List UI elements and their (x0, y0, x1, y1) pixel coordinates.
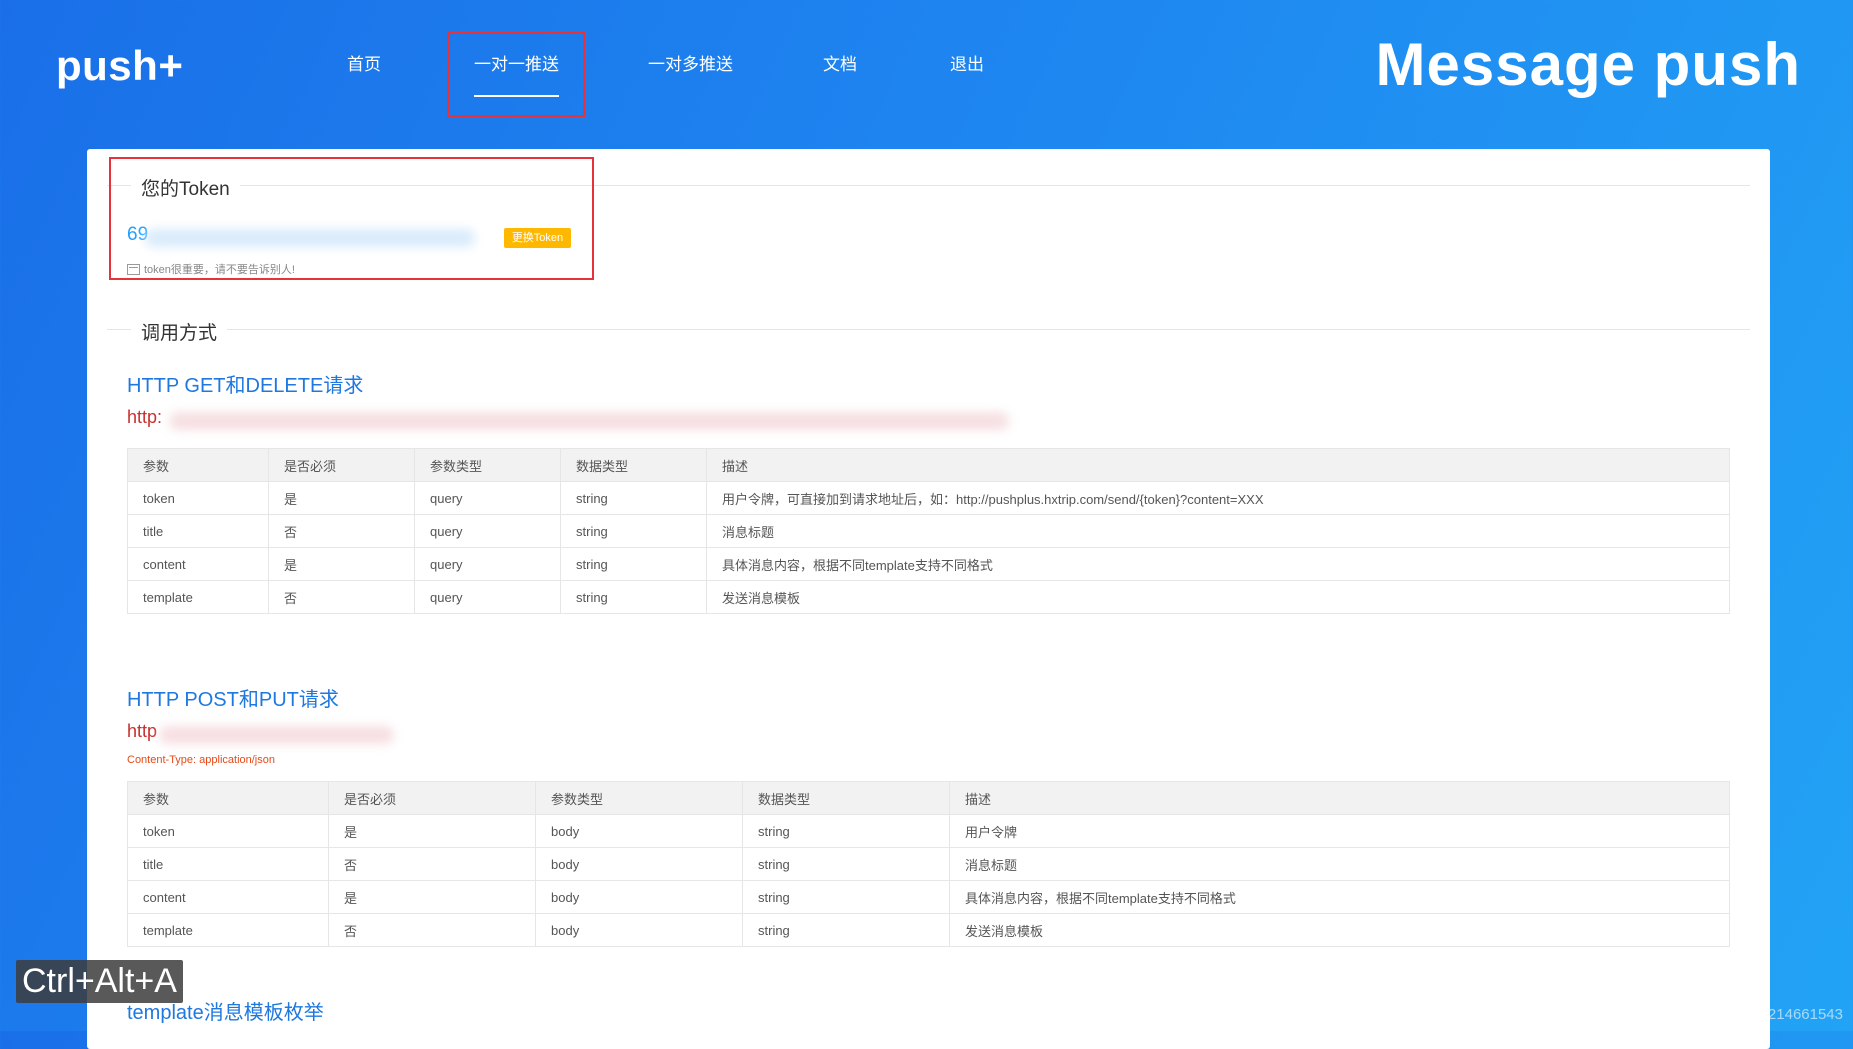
column-header: 数据类型 (742, 781, 950, 815)
table-row: content 是 query string 具体消息内容，根据不同templa… (127, 547, 1730, 581)
table-cell: string (742, 847, 950, 881)
post-api-url[interactable]: http (127, 721, 157, 742)
table-cell: string (742, 880, 950, 914)
table-cell: content (127, 547, 269, 581)
column-header: 数据类型 (560, 448, 707, 482)
table-cell: body (535, 814, 743, 848)
table-cell: 消息标题 (706, 514, 1730, 548)
table-cell: 是 (268, 481, 415, 515)
get-url-blur-mask (169, 412, 1009, 430)
table-cell: token (127, 814, 329, 848)
column-header: 描述 (949, 781, 1730, 815)
hotkey-overlay: Ctrl+Alt+A (16, 960, 183, 1003)
table-row: content 是 body string 具体消息内容，根据不同templat… (127, 880, 1730, 914)
nav-logout[interactable]: 退出 (950, 50, 984, 75)
nav-highlight-box (447, 32, 585, 117)
post-api-title: HTTP POST和PUT请求 (127, 689, 339, 711)
column-header: 描述 (706, 448, 1730, 482)
table-cell: string (560, 547, 707, 581)
table-cell: string (560, 580, 707, 614)
watermark: https://blog.csdn.net/li1214661543 (1614, 1006, 1843, 1023)
table-header-row: 参数 是否必须 参数类型 数据类型 描述 (127, 781, 1730, 815)
get-api-title: HTTP GET和DELETE请求 (127, 375, 364, 397)
table-cell: 否 (268, 580, 415, 614)
table-cell: 用户令牌 (949, 814, 1730, 848)
table-cell: 消息标题 (949, 847, 1730, 881)
nav-home[interactable]: 首页 (347, 50, 381, 75)
usage-section-title: 调用方式 (131, 318, 228, 345)
table-cell: 具体消息内容，根据不同template支持不同格式 (949, 880, 1730, 914)
get-api-url[interactable]: http: (127, 407, 162, 428)
table-cell: query (414, 481, 561, 515)
table-row: template 否 query string 发送消息模板 (127, 580, 1730, 614)
table-cell: 具体消息内容，根据不同template支持不同格式 (706, 547, 1730, 581)
table-cell: content (127, 880, 329, 914)
table-cell: body (535, 847, 743, 881)
table-cell: 是 (268, 547, 415, 581)
table-cell: string (560, 481, 707, 515)
table-cell: token (127, 481, 269, 515)
table-cell: query (414, 514, 561, 548)
column-header: 是否必须 (328, 781, 536, 815)
table-cell: 发送消息模板 (706, 580, 1730, 614)
table-header-row: 参数 是否必须 参数类型 数据类型 描述 (127, 448, 1730, 482)
table-cell: 发送消息模板 (949, 913, 1730, 947)
table-cell: 用户令牌，可直接加到请求地址后，如：http://pushplus.hxtrip… (706, 481, 1730, 515)
post-url-blur-mask (159, 726, 394, 744)
table-cell: title (127, 514, 269, 548)
logo[interactable]: push+ (56, 42, 183, 90)
column-header: 是否必须 (268, 448, 415, 482)
table-cell: string (742, 913, 950, 947)
column-header: 参数类型 (535, 781, 743, 815)
table-cell: string (560, 514, 707, 548)
column-header: 参数 (127, 448, 269, 482)
table-cell: title (127, 847, 329, 881)
table-row: title 否 body string 消息标题 (127, 847, 1730, 881)
post-params-table: 参数 是否必须 参数类型 数据类型 描述 token 是 body string… (127, 781, 1730, 947)
content-type-note: Content-Type: application/json (127, 754, 275, 766)
table-row: template 否 body string 发送消息模板 (127, 913, 1730, 947)
main-card: 您的Token 69 更换Token token很重要，请不要告诉别人! 调用方… (87, 149, 1770, 1049)
slogan: Message push (1375, 31, 1801, 98)
table-cell: 否 (328, 847, 536, 881)
table-row: title 否 query string 消息标题 (127, 514, 1730, 548)
table-cell: body (535, 880, 743, 914)
get-params-table: 参数 是否必须 参数类型 数据类型 描述 token 是 query strin… (127, 448, 1730, 614)
table-cell: body (535, 913, 743, 947)
table-cell: query (414, 580, 561, 614)
table-row: token 是 body string 用户令牌 (127, 814, 1730, 848)
table-cell: 是 (328, 814, 536, 848)
table-cell: query (414, 547, 561, 581)
nav-one-to-many-push[interactable]: 一对多推送 (648, 50, 733, 75)
table-cell: 是 (328, 880, 536, 914)
table-row: token 是 query string 用户令牌，可直接加到请求地址后，如：h… (127, 481, 1730, 515)
table-cell: string (742, 814, 950, 848)
table-cell: template (127, 580, 269, 614)
token-highlight-box (109, 157, 594, 280)
nav-docs[interactable]: 文档 (823, 50, 857, 75)
table-cell: 否 (328, 913, 536, 947)
column-header: 参数类型 (414, 448, 561, 482)
table-cell: 否 (268, 514, 415, 548)
column-header: 参数 (127, 781, 329, 815)
table-cell: template (127, 913, 329, 947)
usage-section-legend: 调用方式 (107, 318, 1750, 345)
